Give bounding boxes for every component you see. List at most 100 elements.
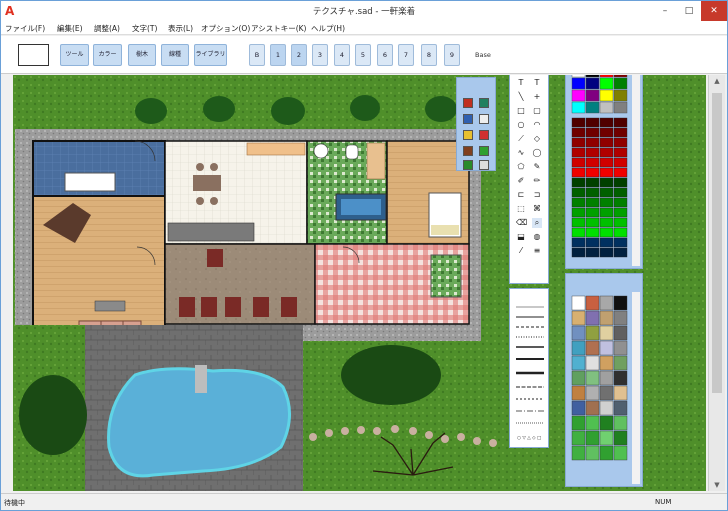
- tool-tree[interactable]: [463, 160, 473, 170]
- color-swatch[interactable]: [585, 77, 600, 90]
- texture-swatch[interactable]: [585, 400, 600, 416]
- texture-swatch[interactable]: [571, 325, 586, 341]
- color-swatch[interactable]: [585, 237, 600, 248]
- layer-button-6[interactable]: 6: [377, 44, 393, 66]
- bracket-icon[interactable]: ⊏: [516, 190, 526, 200]
- color-swatch[interactable]: [571, 217, 586, 228]
- color-swatch[interactable]: [585, 101, 600, 114]
- menu-edit[interactable]: 編集(E): [57, 23, 83, 34]
- color-swatch[interactable]: [585, 137, 600, 148]
- texture-scrollbar[interactable]: [632, 292, 640, 484]
- texture-swatch[interactable]: [571, 400, 586, 416]
- texture-swatch[interactable]: [613, 355, 628, 371]
- tool-flag[interactable]: [479, 130, 489, 140]
- color-swatch[interactable]: [613, 137, 628, 148]
- texture-swatch[interactable]: [599, 325, 614, 341]
- texture-swatch[interactable]: [613, 400, 628, 416]
- tool-button[interactable]: ツール: [60, 44, 89, 66]
- color-swatch[interactable]: [599, 207, 614, 218]
- eraser-icon[interactable]: ⌫: [516, 218, 527, 228]
- color-swatch[interactable]: [599, 217, 614, 228]
- texture-swatch[interactable]: [585, 355, 600, 371]
- list-icon[interactable]: ≡: [532, 246, 542, 256]
- shape-icon[interactable]: ⬠: [516, 162, 526, 172]
- texture-swatch[interactable]: [585, 310, 600, 326]
- color-swatch[interactable]: [571, 167, 586, 178]
- color-swatch[interactable]: [613, 77, 628, 90]
- color-swatch-grid[interactable]: [566, 75, 644, 270]
- menu-options[interactable]: オプション(O): [201, 23, 250, 34]
- tool-window[interactable]: [463, 114, 473, 124]
- color-swatch[interactable]: [571, 137, 586, 148]
- circle-icon[interactable]: ◯: [532, 148, 542, 158]
- texture-swatch[interactable]: [571, 430, 586, 446]
- color-swatch[interactable]: [571, 75, 586, 78]
- text-icon[interactable]: T: [516, 78, 526, 88]
- color-swatch[interactable]: [571, 227, 586, 238]
- texture-swatch[interactable]: [613, 415, 628, 431]
- texture-swatch[interactable]: [599, 400, 614, 416]
- menu-view[interactable]: 表示(L): [168, 23, 193, 34]
- pen-icon[interactable]: ✎: [532, 162, 542, 172]
- color-swatch[interactable]: [571, 127, 586, 138]
- texture-swatch[interactable]: [571, 310, 586, 326]
- texture-swatch[interactable]: [599, 445, 614, 461]
- close-button[interactable]: ✕: [701, 1, 727, 21]
- color-swatch[interactable]: [599, 137, 614, 148]
- color-swatch[interactable]: [585, 187, 600, 198]
- color-swatch[interactable]: [613, 157, 628, 168]
- color-swatch[interactable]: [613, 227, 628, 238]
- layer-button-1[interactable]: 1: [270, 44, 286, 66]
- curve-icon[interactable]: ∿: [516, 148, 526, 158]
- tool-chart[interactable]: [463, 146, 473, 156]
- color-swatch[interactable]: [571, 177, 586, 188]
- color-button[interactable]: カラー: [93, 44, 122, 66]
- texture-swatch[interactable]: [599, 310, 614, 326]
- layer-button-9[interactable]: 9: [444, 44, 460, 66]
- color-swatch[interactable]: [599, 77, 614, 90]
- color-swatch[interactable]: [585, 197, 600, 208]
- color-swatch[interactable]: [585, 75, 600, 78]
- color-swatch[interactable]: [613, 167, 628, 178]
- layer-button-8[interactable]: 8: [421, 44, 437, 66]
- texture-swatch[interactable]: [613, 325, 628, 341]
- texture-swatch[interactable]: [585, 340, 600, 356]
- color-swatch[interactable]: [613, 217, 628, 228]
- texture-swatch[interactable]: [613, 385, 628, 401]
- texture-swatch[interactable]: [613, 370, 628, 386]
- texture-swatch[interactable]: [599, 430, 614, 446]
- texture-swatch[interactable]: [585, 445, 600, 461]
- arc-icon[interactable]: ◠: [532, 120, 542, 130]
- color-swatch[interactable]: [613, 177, 628, 188]
- color-swatch[interactable]: [599, 75, 614, 78]
- color-swatch[interactable]: [613, 147, 628, 158]
- library-button[interactable]: ライブラリ: [194, 44, 227, 66]
- spray-icon[interactable]: ⌘: [532, 204, 542, 214]
- menu-text[interactable]: 文字(T): [132, 23, 157, 34]
- color-swatch[interactable]: [585, 89, 600, 102]
- color-swatch[interactable]: [599, 117, 614, 128]
- tool-door[interactable]: [479, 98, 489, 108]
- texture-swatch[interactable]: [613, 310, 628, 326]
- menu-assist-key[interactable]: アシストキー(K): [251, 23, 306, 34]
- texture-swatch[interactable]: [599, 355, 614, 371]
- zoom-icon[interactable]: ⌕: [532, 218, 542, 228]
- stamp-icon[interactable]: ◍: [532, 232, 542, 242]
- color-swatch[interactable]: [585, 207, 600, 218]
- color-swatch[interactable]: [585, 157, 600, 168]
- polygon-icon[interactable]: ◇: [532, 134, 542, 144]
- layer-button-2[interactable]: 2: [291, 44, 307, 66]
- line-icon[interactable]: ╲: [516, 92, 526, 102]
- color-swatch[interactable]: [613, 197, 628, 208]
- color-swatch[interactable]: [599, 101, 614, 114]
- color-swatch[interactable]: [571, 157, 586, 168]
- menu-file[interactable]: ファイル(F): [5, 23, 45, 34]
- texture-swatch[interactable]: [613, 295, 628, 311]
- color-swatch[interactable]: [571, 187, 586, 198]
- color-swatch[interactable]: [585, 217, 600, 228]
- ellipse-icon[interactable]: ○: [516, 120, 526, 130]
- color-swatch[interactable]: [585, 117, 600, 128]
- tool-brick[interactable]: [463, 98, 473, 108]
- eyedropper-icon[interactable]: ⁄: [516, 246, 526, 256]
- color-swatch[interactable]: [571, 207, 586, 218]
